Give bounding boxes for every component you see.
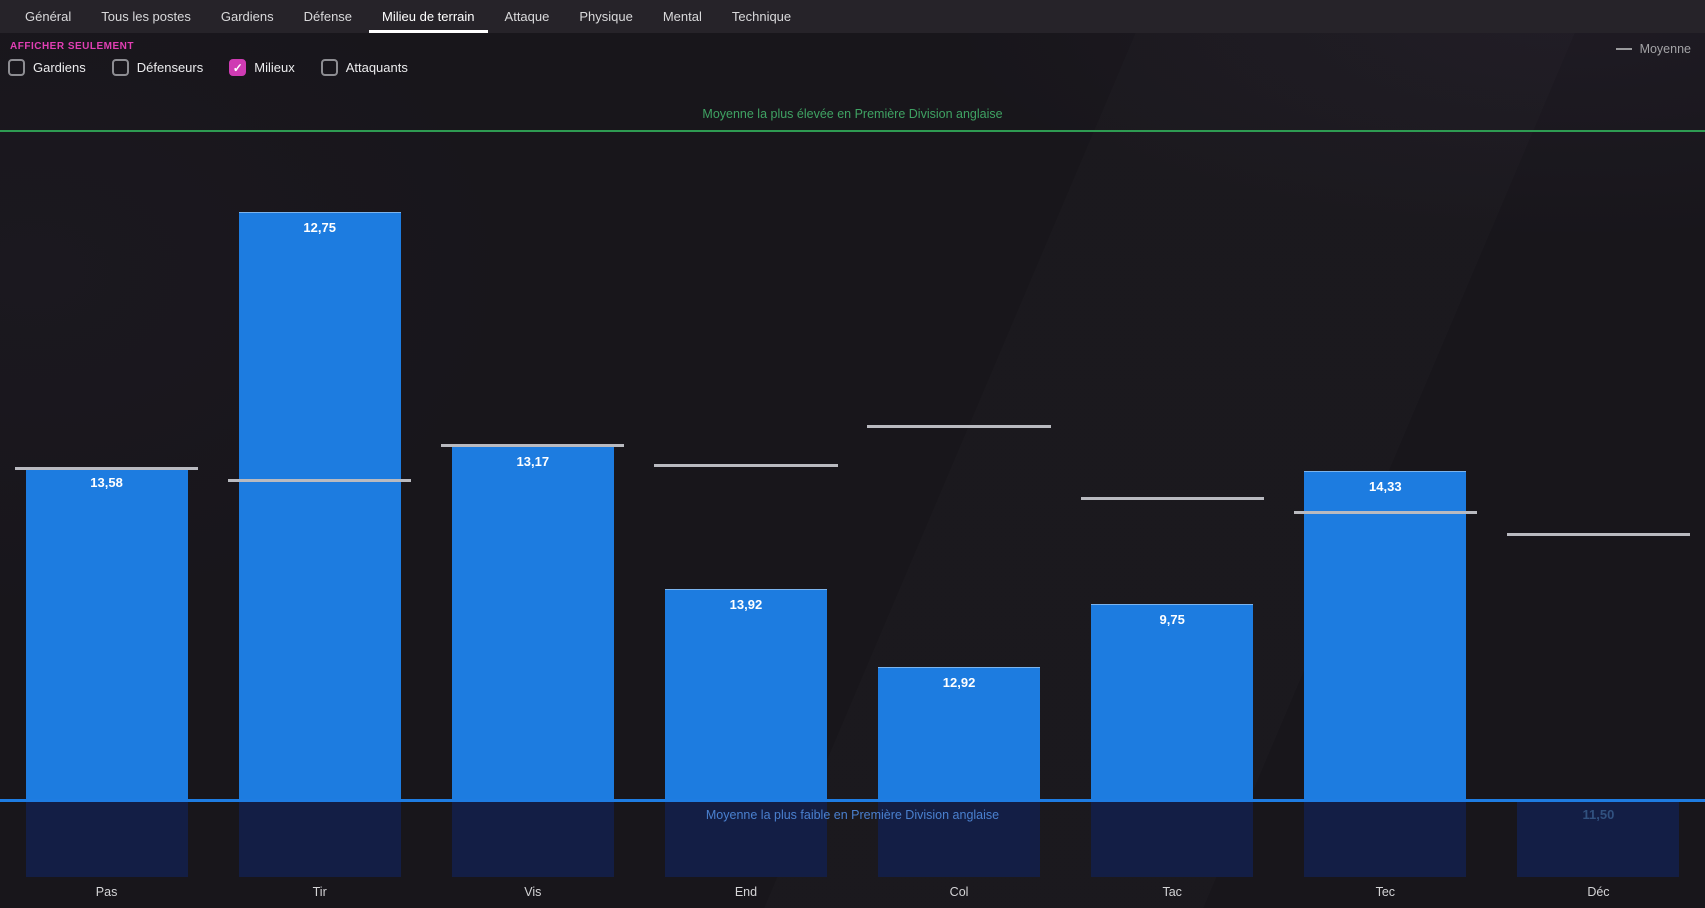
axis-label: Tir xyxy=(312,885,327,899)
checkbox-checked-icon[interactable]: ✓ xyxy=(229,59,247,76)
checkbox-unchecked-icon[interactable] xyxy=(8,59,25,76)
league-average-marker xyxy=(228,479,412,482)
team-comparison-screen: Général Tous les postes Gardiens Défense Mil… xyxy=(0,0,1705,908)
lowest-average-line xyxy=(0,799,1705,802)
tab-milieu-de-terrain[interactable]: Milieu de terrain xyxy=(367,0,490,33)
bar[interactable]: 13,92 xyxy=(664,589,827,799)
tab-technique[interactable]: Technique xyxy=(717,0,806,33)
tab-physique[interactable]: Physique xyxy=(564,0,647,33)
filter-gardiens[interactable]: Gardiens xyxy=(8,59,86,76)
average-legend-label: Moyenne xyxy=(1639,42,1691,56)
league-average-marker xyxy=(867,425,1051,428)
filter-label: Attaquants xyxy=(345,60,408,75)
league-average-marker xyxy=(1293,511,1477,514)
axis-label: Vis xyxy=(524,885,542,899)
league-average-marker xyxy=(14,467,199,470)
axis-label: Col xyxy=(949,885,969,899)
bar-value-label: 12,92 xyxy=(942,675,976,690)
bar-value-label: 13,92 xyxy=(729,597,763,612)
league-average-marker xyxy=(654,464,838,467)
bar[interactable]: 13,17 xyxy=(451,446,614,799)
bar-value-label: 14,33 xyxy=(1369,479,1402,494)
league-average-marker xyxy=(1506,533,1691,536)
chart-column-tac: 9,75 Tac xyxy=(1066,134,1279,908)
average-line-icon xyxy=(1615,48,1632,50)
attribute-bar-chart: 13,58 Pas 12,75 Tir 13,17 Vis 13,92 End 12,92 Col… xyxy=(0,134,1705,908)
checkbox-unchecked-icon[interactable] xyxy=(111,59,129,76)
chart-column-col: 12,92 Col xyxy=(853,134,1066,908)
axis-label: Déc xyxy=(1587,885,1610,899)
filter-heading: AFFICHER SEULEMENT xyxy=(10,41,134,52)
bar[interactable]: 12,75 xyxy=(238,212,401,799)
bar-value-label: 9,75 xyxy=(1159,612,1185,627)
average-legend: Moyenne xyxy=(1615,42,1691,56)
bar[interactable]: 14,33 xyxy=(1304,471,1467,799)
chart-column-tir: 12,75 Tir xyxy=(213,134,426,908)
bar-value-label: 13,58 xyxy=(90,475,123,490)
filter-label: Milieux xyxy=(254,60,295,75)
tab-attaque[interactable]: Attaque xyxy=(490,0,565,33)
highest-average-annotation: Moyenne la plus élevée en Première Divis… xyxy=(702,107,1003,121)
chart-column-tec: 14,33 Tec xyxy=(1279,134,1492,908)
filter-row: Gardiens Défenseurs ✓ Milieux Attaquants xyxy=(8,59,408,76)
lowest-average-annotation: Moyenne la plus faible en Première Divis… xyxy=(705,808,1000,822)
tab-bar: Général Tous les postes Gardiens Défense Mil… xyxy=(0,0,1705,33)
bar[interactable]: 13,58 xyxy=(25,467,188,799)
chart-column-end: 13,92 End xyxy=(639,134,852,908)
bar[interactable]: 9,75 xyxy=(1091,604,1254,799)
chart-column-pas: 13,58 Pas xyxy=(0,134,213,908)
league-average-marker xyxy=(1080,497,1264,500)
filter-label: Défenseurs xyxy=(136,60,204,75)
axis-label: Pas xyxy=(95,885,118,899)
tab-general[interactable]: Général xyxy=(10,0,86,33)
filter-attaquants[interactable]: Attaquants xyxy=(320,59,408,76)
tab-defense[interactable]: Défense xyxy=(289,0,367,33)
chart-columns: 13,58 Pas 12,75 Tir 13,17 Vis 13,92 End 12,92 Col… xyxy=(0,134,1705,908)
bar-value-label: 13,17 xyxy=(516,454,550,469)
axis-label: End xyxy=(734,885,758,899)
axis-label: Tec xyxy=(1375,885,1396,899)
tab-mental[interactable]: Mental xyxy=(648,0,717,33)
filter-section: AFFICHER SEULEMENT Gardiens Défenseurs ✓ Mi… xyxy=(0,33,1705,103)
tab-tous-les-postes[interactable]: Tous les postes xyxy=(86,0,206,33)
highest-average-line xyxy=(0,130,1705,132)
filter-defenseurs[interactable]: Défenseurs xyxy=(111,59,204,76)
filter-label: Gardiens xyxy=(33,60,86,75)
bar-value-label: 12,75 xyxy=(303,220,336,235)
filter-milieux[interactable]: ✓ Milieux xyxy=(229,59,295,76)
chart-column-vis: 13,17 Vis xyxy=(426,134,639,908)
checkbox-unchecked-icon[interactable] xyxy=(320,59,338,76)
chart-column-dec: 11,50 Déc xyxy=(1492,134,1705,908)
bar[interactable]: 12,92 xyxy=(878,667,1041,799)
axis-label: Tac xyxy=(1162,885,1182,899)
league-average-marker xyxy=(441,444,625,447)
tab-gardiens[interactable]: Gardiens xyxy=(206,0,289,33)
